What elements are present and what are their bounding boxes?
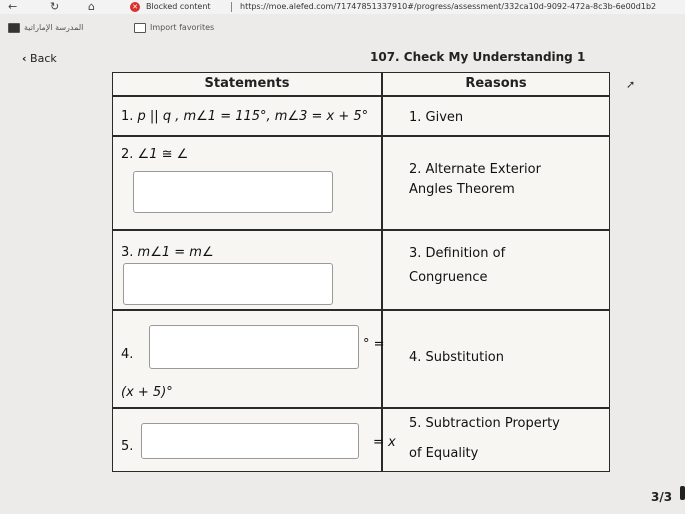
import-icon: [134, 22, 146, 33]
bookmark-label: المدرسة الإماراتية: [24, 23, 84, 32]
statement-3: 3. m∠1 = m∠: [121, 245, 214, 260]
row-divider: [113, 229, 609, 231]
blocked-icon: ✕: [130, 2, 140, 12]
address-bar[interactable]: https://moe.alefed.com/71747851337910#/p…: [240, 0, 656, 14]
statement-1: 1. p || q , m∠1 = 115°, m∠3 = x + 5°: [121, 109, 369, 124]
answer-input-4[interactable]: [149, 325, 359, 369]
reasons-header: Reasons: [465, 76, 527, 91]
bookmark-label: Import favorites: [150, 23, 215, 32]
reason-5-line1: 5. Subtraction Property: [409, 416, 560, 431]
reason-1: 1. Given: [409, 110, 464, 125]
answer-input-2[interactable]: [133, 171, 333, 213]
reason-2-line1: 2. Alternate Exterior: [409, 162, 541, 177]
reason-4: 4. Substitution: [409, 350, 504, 365]
browser-toolbar: ← ↻ ⌂ ✕ Blocked content https://moe.alef…: [0, 0, 685, 14]
row-divider: [113, 309, 609, 311]
bookmark-import-favorites[interactable]: Import favorites: [134, 20, 214, 36]
reason-2-line2: Angles Theorem: [409, 182, 515, 197]
reason-5-line2: of Equality: [409, 446, 479, 461]
scroll-indicator[interactable]: [680, 486, 685, 500]
row-divider: [113, 95, 609, 97]
row-divider: [113, 407, 609, 409]
statement-4-line2: (x + 5)°: [121, 385, 173, 400]
page-title: 107. Check My Understanding 1: [370, 50, 586, 64]
back-button[interactable]: ‹ Back: [22, 52, 57, 65]
chevron-left-icon: ‹: [22, 52, 27, 65]
statement-5-number: 5.: [121, 439, 134, 454]
reason-3-line1: 3. Definition of: [409, 246, 506, 261]
statement-4-number: 4.: [121, 347, 134, 362]
home-icon[interactable]: ⌂: [88, 0, 95, 14]
blocked-content-label[interactable]: Blocked content: [146, 0, 211, 14]
refresh-icon[interactable]: ↻: [50, 0, 59, 14]
back-label: Back: [30, 52, 57, 65]
statement-2: 2. ∠1 ≅ ∠: [121, 147, 189, 162]
proof-table: Statements Reasons 1. p || q , m∠1 = 115…: [112, 72, 610, 472]
page-counter: 3/3: [651, 490, 673, 504]
reason-3-line2: Congruence: [409, 270, 488, 285]
bookmarks-bar: المدرسة الإماراتية Import favorites: [0, 20, 685, 36]
back-arrow-icon[interactable]: ←: [8, 0, 17, 14]
statements-header: Statements: [204, 76, 290, 91]
statement-5-suffix: = x: [373, 435, 396, 450]
bookmark-emirates-school[interactable]: المدرسة الإماراتية: [8, 20, 83, 36]
mouse-cursor-icon: ➚: [626, 78, 636, 91]
column-divider: [381, 73, 383, 471]
bookmark-icon: [8, 22, 20, 33]
statement-4-suffix: ° =: [363, 337, 385, 352]
row-divider: [113, 135, 609, 137]
divider: [231, 2, 232, 12]
answer-input-5[interactable]: [141, 423, 359, 459]
answer-input-3[interactable]: [123, 263, 333, 305]
